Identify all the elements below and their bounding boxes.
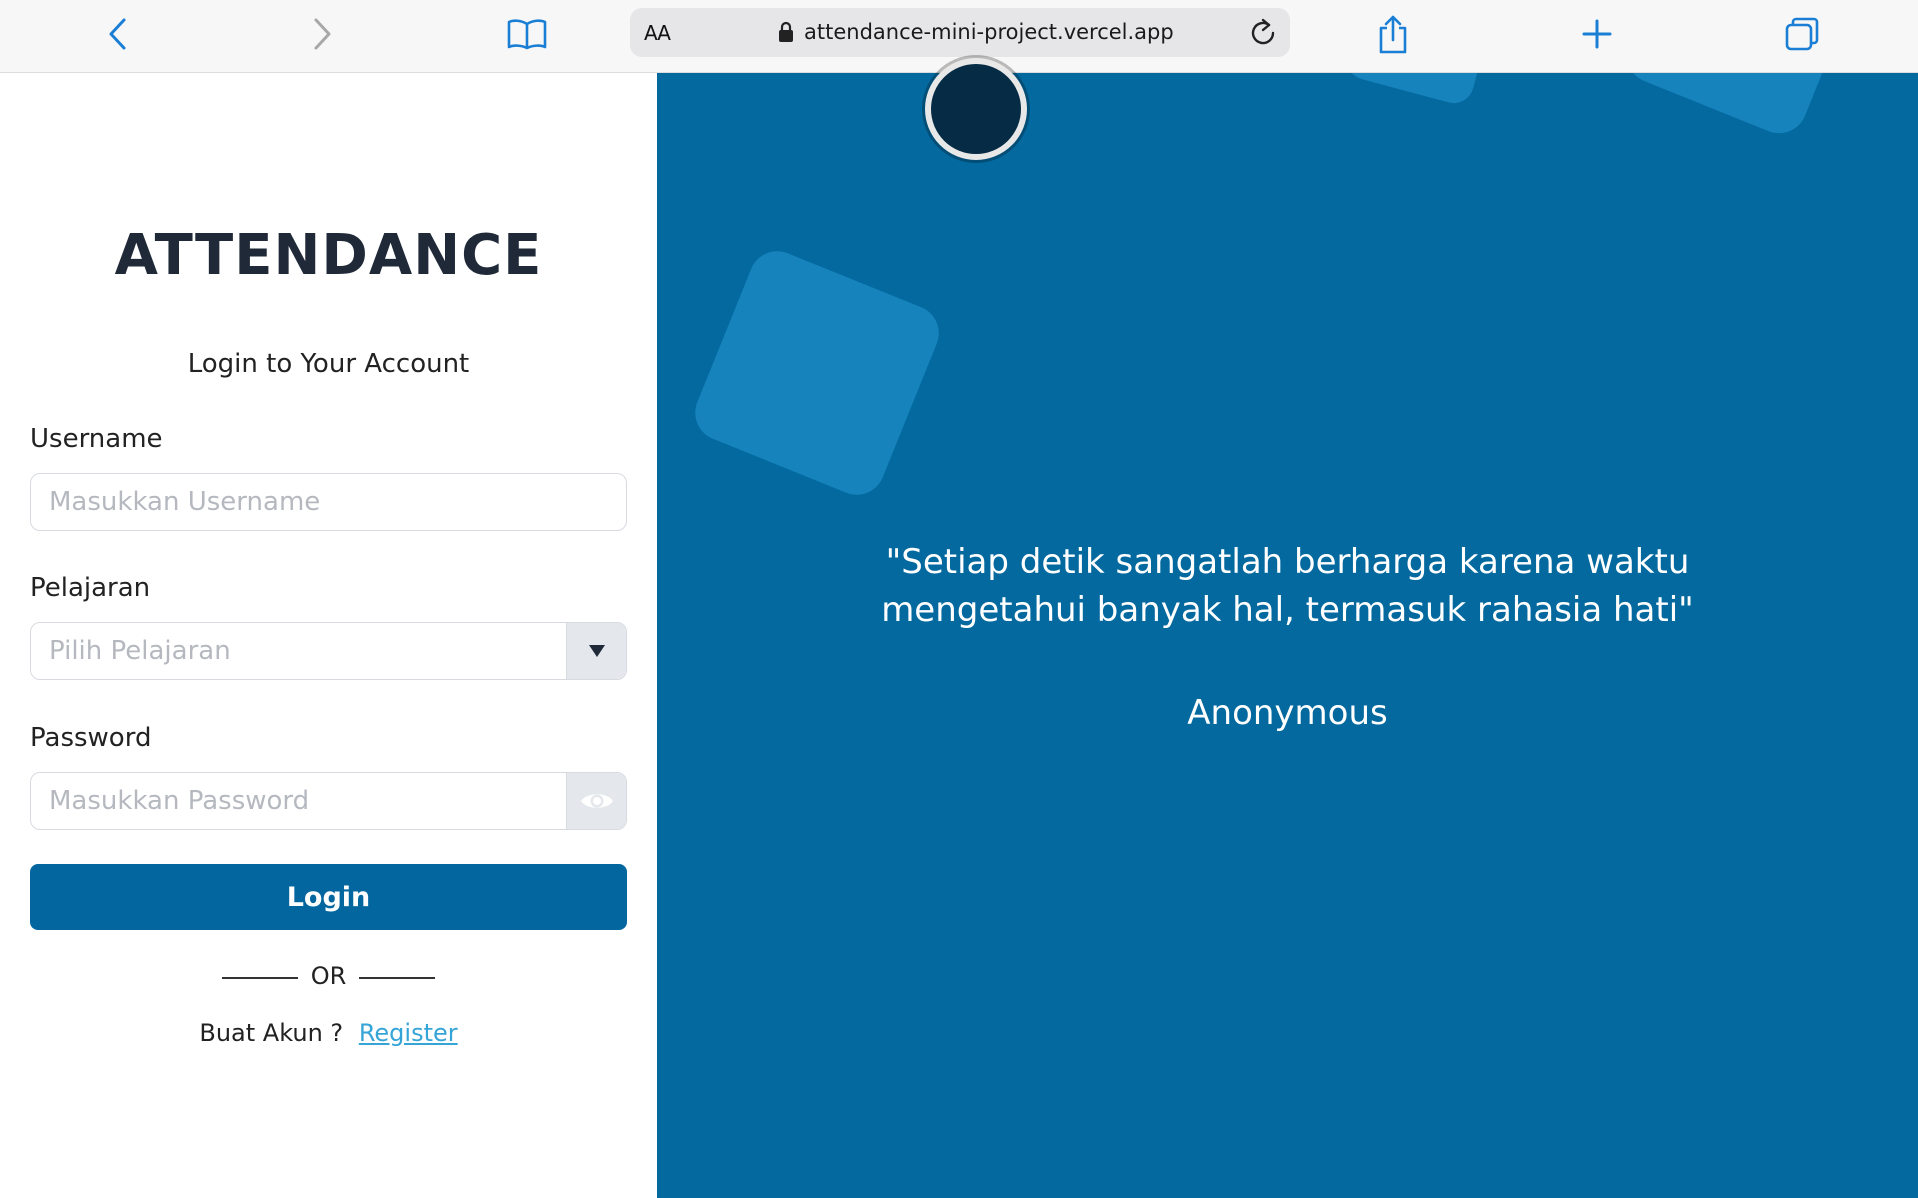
username-label: Username [30, 424, 163, 454]
dropdown-arrow-icon[interactable] [566, 623, 626, 679]
username-field-box [30, 473, 627, 531]
new-tab-icon[interactable] [1575, 12, 1619, 56]
address-bar[interactable]: AA attendance-mini-project.vercel.app [630, 8, 1290, 57]
login-subtitle: Login to Your Account [187, 349, 470, 379]
register-link[interactable]: Register [359, 1019, 458, 1047]
back-icon[interactable] [96, 12, 140, 56]
bookmarks-icon[interactable] [505, 12, 549, 56]
share-icon[interactable] [1371, 12, 1415, 56]
subject-select[interactable]: Pilih Pelajaran [30, 622, 627, 680]
username-input[interactable] [31, 474, 626, 530]
eye-icon[interactable] [566, 773, 626, 829]
reload-icon[interactable] [1248, 17, 1280, 49]
quote-line-1: "Setiap detik sangatlah berharga karena … [885, 542, 1690, 582]
decorative-square [686, 242, 948, 504]
decorative-square [1342, 73, 1502, 108]
quote-line-2: mengetahui banyak hal, termasuk rahasia … [881, 590, 1694, 630]
touch-indicator [925, 58, 1027, 160]
password-label: Password [30, 723, 152, 753]
password-field-box [30, 772, 627, 830]
password-input[interactable] [31, 773, 568, 829]
quote-text: "Setiap detik sangatlah berharga karena … [657, 538, 1918, 634]
register-row: Buat Akun ? Register [0, 1019, 657, 1047]
or-divider: OR [0, 960, 657, 994]
decorative-square [1618, 73, 1866, 142]
subject-label: Pelajaran [30, 573, 151, 603]
lock-icon [778, 21, 794, 47]
register-prompt: Buat Akun ? [199, 1019, 344, 1047]
app-title: ATTENDANCE [114, 223, 543, 288]
quote-panel: "Setiap detik sangatlah berharga karena … [657, 73, 1918, 1198]
subject-select-value: Pilih Pelajaran [49, 636, 231, 666]
tabs-icon[interactable] [1780, 12, 1824, 56]
text-size-button[interactable]: AA [644, 21, 671, 45]
login-panel: ATTENDANCE Login to Your Account Usernam… [0, 73, 657, 1198]
or-text: OR [310, 962, 347, 990]
url-text: attendance-mini-project.vercel.app [804, 20, 1174, 44]
forward-icon[interactable] [300, 12, 344, 56]
quote-author: Anonymous [1187, 693, 1388, 733]
decorative-square [1501, 73, 1643, 79]
login-button[interactable]: Login [30, 864, 627, 930]
divider-line-right [359, 977, 435, 979]
